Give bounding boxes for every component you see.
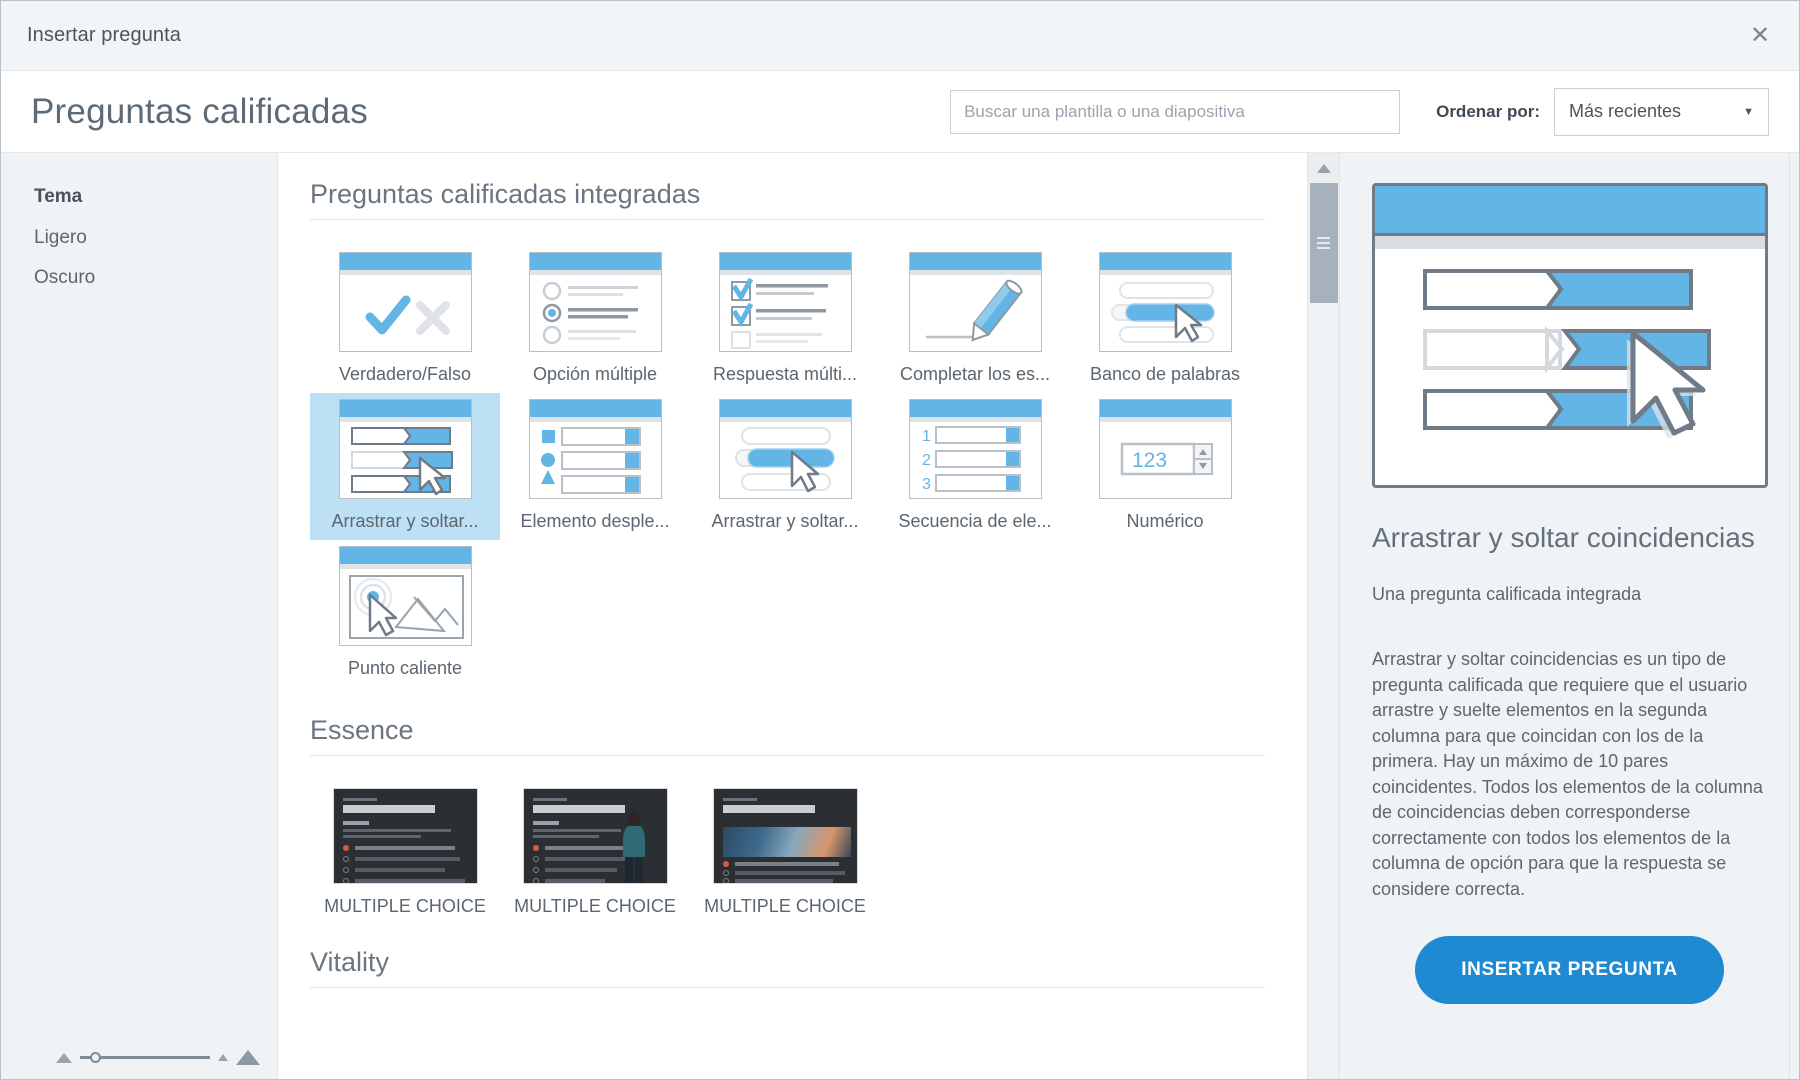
hotspot-icon (338, 546, 472, 646)
tile-label: Verdadero/Falso (338, 364, 472, 384)
tile-respuesta-multiple[interactable]: Respuesta múlti... (690, 246, 880, 393)
tile-arrastrar-soltar-coincidencias[interactable]: Arrastrar y soltar... (310, 393, 500, 540)
section-divider (310, 755, 1265, 756)
dialog-title: Insertar pregunta (27, 24, 182, 46)
tile-label: Opción múltiple (532, 364, 658, 384)
numeric-value: 123 (1132, 449, 1167, 472)
search-input[interactable] (950, 89, 1401, 134)
insert-question-dialog: Insertar pregunta ✕ Preguntas calificada… (0, 0, 1800, 1080)
preview-panel: Arrastrar y soltar coincidencias Una pre… (1339, 153, 1799, 1079)
insert-question-button[interactable]: INSERTAR PREGUNTA (1415, 936, 1724, 1005)
sort-by-dropdown[interactable]: Más recientes ▼ (1554, 87, 1769, 136)
tile-opcion-multiple[interactable]: Opción múltiple (500, 246, 690, 393)
gallery-scrollbar[interactable] (1307, 153, 1340, 1079)
tile-verdadero-falso[interactable]: Verdadero/Falso (310, 246, 500, 393)
preview-subtitle: Una pregunta calificada integrada (1372, 584, 1642, 604)
zoom-in-small-icon[interactable] (218, 1054, 228, 1061)
tile-label: MULTIPLE CHOICE (324, 896, 486, 916)
tile-label: MULTIPLE CHOICE (704, 896, 866, 916)
dialog-header: Preguntas calificadas Ordenar por: Más r… (1, 71, 1799, 153)
preview-scroll-edge[interactable] (1789, 153, 1799, 1079)
svg-text:2: 2 (922, 452, 931, 469)
drag-drop-matching-icon (338, 399, 472, 499)
tile-elemento-desplegable[interactable]: Elemento desple... (500, 393, 690, 540)
tile-punto-caliente[interactable]: Punto caliente (310, 540, 500, 687)
numeric-icon: 123 (1098, 399, 1232, 499)
tile-label: Arrastrar y soltar... (331, 511, 479, 531)
sort-by-value: Más recientes (1569, 101, 1682, 121)
dialog-titlebar: Insertar pregunta ✕ (1, 1, 1799, 71)
radio-list-icon (528, 252, 662, 352)
svg-text:3: 3 (922, 476, 931, 493)
essence-grid: MULTIPLE CHOICE MULTIPLE CHOICE MULTIPLE… (310, 782, 1290, 925)
pencil-icon (908, 252, 1042, 352)
scrollbar-grip-icon (1317, 237, 1330, 239)
slide-thumbnail (522, 788, 668, 884)
tile-label: Elemento desple... (520, 511, 670, 531)
close-icon[interactable]: ✕ (1743, 19, 1777, 53)
scrollbar-thumb[interactable] (1309, 183, 1338, 303)
drag-drop-icon (718, 399, 852, 499)
tile-secuencia-elementos[interactable]: 1 2 3 Secuencia de ele... (880, 393, 1070, 540)
template-gallery: Preguntas calificadas integradas Verdade… (278, 153, 1307, 1079)
gallery-wrap: Preguntas calificadas integradas Verdade… (278, 153, 1340, 1079)
sidebar-item-oscuro[interactable]: Oscuro (34, 267, 277, 289)
svg-text:1: 1 (922, 428, 931, 445)
chevron-down-icon: ▼ (1743, 105, 1754, 118)
tile-label: Secuencia de ele... (898, 511, 1052, 531)
zoom-slider-track[interactable] (80, 1052, 210, 1063)
scroll-up-arrow-icon[interactable] (1307, 153, 1340, 183)
tile-completar-espacios[interactable]: Completar los es... (880, 246, 1070, 393)
dropdown-item-icon (528, 399, 662, 499)
section-divider (310, 219, 1265, 220)
tile-arrastrar-soltar[interactable]: Arrastrar y soltar... (690, 393, 880, 540)
page-title: Preguntas calificadas (31, 91, 368, 131)
dialog-body: Tema Ligero Oscuro Preguntas calificadas… (1, 153, 1799, 1079)
section-title-essence: Essence (310, 715, 414, 745)
zoom-slider-knob[interactable] (90, 1052, 101, 1063)
section-divider (310, 987, 1265, 988)
preview-title: Arrastrar y soltar coincidencias (1372, 522, 1755, 553)
preview-description: Arrastrar y soltar coincidencias es un t… (1372, 649, 1763, 899)
drag-drop-matching-preview (1372, 183, 1768, 488)
true-false-icon (338, 252, 472, 352)
tile-essence-1[interactable]: MULTIPLE CHOICE (310, 782, 500, 925)
tile-label: MULTIPLE CHOICE (514, 896, 676, 916)
theme-sidebar: Tema Ligero Oscuro (1, 153, 278, 1079)
tile-label: Punto caliente (347, 658, 463, 678)
sequence-icon: 1 2 3 (908, 399, 1042, 499)
slide-thumbnail (332, 788, 478, 884)
word-bank-icon (1098, 252, 1232, 352)
section-title-builtin: Preguntas calificadas integradas (310, 179, 701, 209)
tile-numerico[interactable]: 123 Numérico (1070, 393, 1260, 540)
person-illustration (622, 812, 645, 883)
sidebar-item-ligero[interactable]: Ligero (34, 227, 277, 249)
zoom-in-icon[interactable] (236, 1050, 260, 1065)
tile-label: Arrastrar y soltar... (711, 511, 859, 531)
sidebar-heading-tema: Tema (34, 186, 83, 207)
zoom-slider[interactable] (34, 1050, 277, 1079)
builtin-question-grid: Verdadero/Falso Opción múltiple Respuest… (310, 246, 1290, 687)
sort-label: Ordenar por: (1436, 101, 1540, 121)
zoom-out-icon[interactable] (56, 1052, 72, 1063)
tile-label: Banco de palabras (1089, 364, 1241, 384)
slide-image (722, 827, 851, 857)
tile-banco-palabras[interactable]: Banco de palabras (1070, 246, 1260, 393)
section-title-vitality: Vitality (310, 947, 390, 977)
tile-label: Completar los es... (899, 364, 1051, 384)
slide-thumbnail (712, 788, 858, 884)
tile-essence-2[interactable]: MULTIPLE CHOICE (500, 782, 690, 925)
tile-label: Respuesta múlti... (712, 364, 858, 384)
checkbox-list-icon (718, 252, 852, 352)
tile-essence-3[interactable]: MULTIPLE CHOICE (690, 782, 880, 925)
tile-label: Numérico (1126, 511, 1204, 531)
